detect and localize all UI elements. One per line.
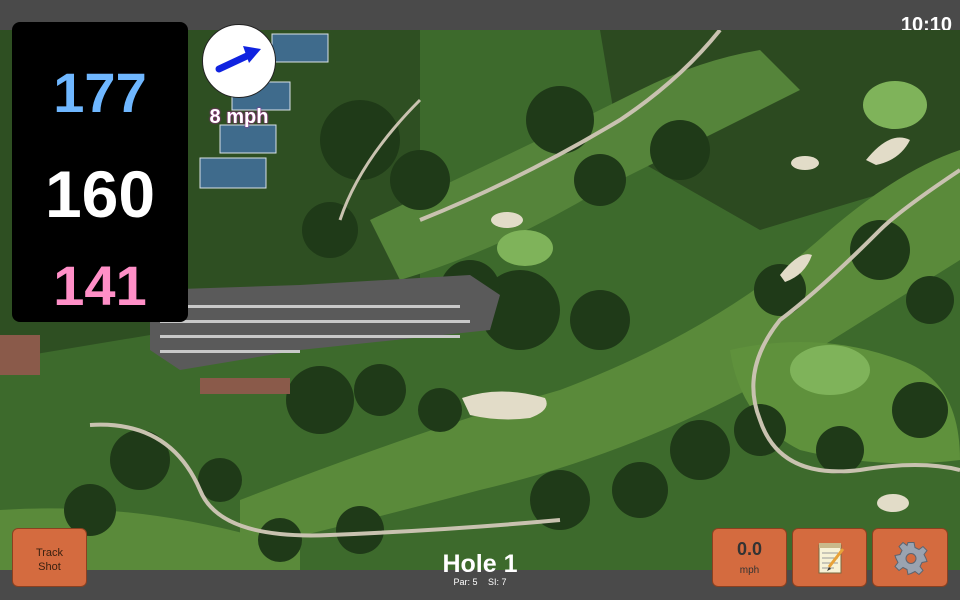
back-distance: 177 [53,61,147,124]
wind-speed: 8 mph [209,106,269,128]
si-label: SI: 7 [488,577,507,587]
speed-value: 0.0 [736,539,763,559]
middle-distance: 160 [44,157,156,231]
wind-indicator [202,24,276,98]
notes-button[interactable] [792,528,867,587]
notepad-icon [818,543,845,574]
track-shot-label-line1: Track [35,547,64,559]
distance-panel: 177 160 141 [12,22,188,322]
front-distance: 141 [53,254,147,317]
track-shot-button[interactable]: Track Shot [12,528,87,587]
wind-direction-arrow-icon [215,46,261,73]
gear-icon [894,541,928,576]
hole-title: Hole 1 [442,550,518,578]
speed-button[interactable]: 0.0 mph [712,528,787,587]
track-shot-label-line2: Shot [38,561,61,573]
par-label: Par: 5 [453,577,478,587]
settings-button[interactable] [872,528,948,587]
hole-info: Par: 5 SI: 7 [400,577,560,587]
speed-unit: mph [739,565,760,576]
